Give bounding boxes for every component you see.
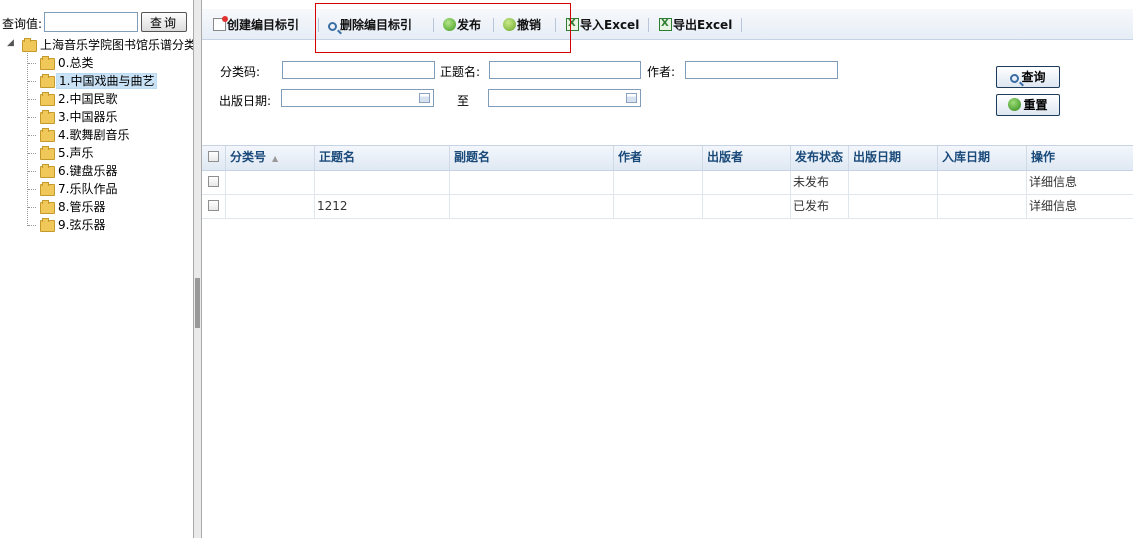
right-panel: 创建编目标引 删除编目标引 发布 撤销 导入Excel 导出Excel 分类码:… bbox=[202, 0, 1133, 538]
row-checkbox[interactable] bbox=[208, 200, 219, 211]
sort-icon: ▲ bbox=[272, 154, 279, 163]
folder-icon bbox=[40, 128, 55, 142]
header-title[interactable]: 正题名 bbox=[315, 146, 450, 170]
cell-subtitle bbox=[450, 171, 614, 194]
tree-item-9[interactable]: 9.弦乐器 bbox=[40, 216, 107, 234]
toolbar-separator bbox=[741, 18, 742, 32]
search-button[interactable]: 查询 bbox=[141, 12, 187, 32]
calendar-icon[interactable] bbox=[419, 93, 430, 103]
class-code-label: 分类码: bbox=[220, 65, 261, 79]
tree-item-3[interactable]: 3.中国器乐 bbox=[40, 108, 119, 126]
cell-store-date bbox=[938, 171, 1027, 194]
cell-pub-date bbox=[849, 195, 938, 218]
search-icon bbox=[1010, 74, 1020, 83]
class-code-input[interactable] bbox=[282, 61, 435, 79]
author-input[interactable] bbox=[685, 61, 838, 79]
grid-header: 分类号 ▲ 正题名 副题名 作者 出版者 发布状态 出版日期 入库日期 操作 bbox=[202, 145, 1133, 171]
reset-icon bbox=[1008, 98, 1022, 111]
pub-date-label: 出版日期: bbox=[219, 94, 272, 108]
tree-item-4[interactable]: 4.歌舞剧音乐 bbox=[40, 126, 131, 144]
reset-button[interactable]: 重置 bbox=[996, 94, 1060, 116]
create-index-button[interactable]: 创建编目标引 bbox=[213, 16, 299, 34]
result-grid: 分类号 ▲ 正题名 副题名 作者 出版者 发布状态 出版日期 入库日期 操作 未发… bbox=[202, 145, 1133, 219]
highlight-box bbox=[315, 3, 571, 53]
cell-store-date bbox=[938, 195, 1027, 218]
header-subtitle[interactable]: 副题名 bbox=[450, 146, 614, 170]
header-class-no[interactable]: 分类号 ▲ bbox=[226, 146, 315, 170]
header-pub-date[interactable]: 出版日期 bbox=[849, 146, 938, 170]
search-label: 查询值: bbox=[2, 17, 43, 31]
export-excel-button[interactable]: 导出Excel bbox=[659, 15, 732, 34]
cell-author bbox=[614, 195, 703, 218]
cell-author bbox=[614, 171, 703, 194]
calendar-icon[interactable] bbox=[626, 93, 637, 103]
toolbar-separator bbox=[648, 18, 649, 32]
row-select-cell bbox=[202, 195, 226, 218]
cell-title: 1212 bbox=[315, 195, 450, 218]
collapse-triangle-icon[interactable]: ◢ bbox=[7, 38, 14, 48]
table-row[interactable]: 未发布 详细信息 bbox=[202, 171, 1133, 195]
folder-icon bbox=[40, 182, 55, 196]
header-publisher[interactable]: 出版者 bbox=[703, 146, 791, 170]
pub-date-from-input[interactable] bbox=[281, 89, 434, 107]
import-excel-button[interactable]: 导入Excel bbox=[566, 15, 639, 34]
search-input[interactable] bbox=[44, 12, 138, 32]
table-row[interactable]: 1212 已发布 详细信息 bbox=[202, 195, 1133, 219]
excel-icon bbox=[659, 15, 672, 33]
splitter-handle[interactable] bbox=[195, 278, 200, 328]
header-action[interactable]: 操作 bbox=[1027, 146, 1133, 170]
select-all-cell bbox=[202, 146, 226, 170]
tree-item-2[interactable]: 2.中国民歌 bbox=[40, 90, 119, 108]
panel-splitter[interactable] bbox=[193, 0, 202, 538]
cell-status: 已发布 bbox=[791, 195, 849, 218]
tree-item-6[interactable]: 6.键盘乐器 bbox=[40, 162, 119, 180]
cell-publisher bbox=[703, 171, 791, 194]
to-label: 至 bbox=[457, 94, 470, 108]
tree-root[interactable]: 上海音乐学院图书馆乐谱分类 bbox=[22, 36, 193, 54]
new-document-icon bbox=[213, 16, 228, 31]
tree-item-0[interactable]: 0.总类 bbox=[40, 54, 95, 72]
tree-item-1[interactable]: 1.中国戏曲与曲艺 bbox=[40, 72, 158, 90]
detail-link[interactable]: 详细信息 bbox=[1027, 171, 1133, 194]
cell-pub-date bbox=[849, 171, 938, 194]
folder-icon bbox=[40, 218, 55, 232]
select-all-checkbox[interactable] bbox=[208, 151, 219, 162]
folder-icon bbox=[40, 56, 55, 70]
header-store-date[interactable]: 入库日期 bbox=[938, 146, 1027, 170]
folder-icon bbox=[40, 146, 55, 160]
folder-icon bbox=[40, 164, 55, 178]
cell-title bbox=[315, 171, 450, 194]
tree-item-5[interactable]: 5.声乐 bbox=[40, 144, 95, 162]
author-label: 作者: bbox=[647, 65, 676, 79]
folder-icon bbox=[22, 38, 37, 52]
header-status[interactable]: 发布状态 bbox=[791, 146, 849, 170]
pub-date-to-input[interactable] bbox=[488, 89, 641, 107]
folder-icon bbox=[40, 92, 55, 106]
tree-item-7[interactable]: 7.乐队作品 bbox=[40, 180, 119, 198]
title-label: 正题名: bbox=[440, 65, 481, 79]
folder-icon bbox=[40, 110, 55, 124]
title-input[interactable] bbox=[489, 61, 641, 79]
tree-item-8[interactable]: 8.管乐器 bbox=[40, 198, 107, 216]
header-author[interactable]: 作者 bbox=[614, 146, 703, 170]
cell-class-no bbox=[226, 195, 315, 218]
cell-status: 未发布 bbox=[791, 171, 849, 194]
detail-link[interactable]: 详细信息 bbox=[1027, 195, 1133, 218]
query-button[interactable]: 查询 bbox=[996, 66, 1060, 88]
row-checkbox[interactable] bbox=[208, 176, 219, 187]
folder-icon bbox=[40, 200, 55, 214]
row-select-cell bbox=[202, 171, 226, 194]
left-panel: 查询值: 查询 ◢ 上海音乐学院图书馆乐谱分类 0.总类 1.中国戏曲与曲艺 2… bbox=[0, 0, 193, 538]
cell-publisher bbox=[703, 195, 791, 218]
cell-subtitle bbox=[450, 195, 614, 218]
folder-icon bbox=[40, 74, 55, 88]
cell-class-no bbox=[226, 171, 315, 194]
